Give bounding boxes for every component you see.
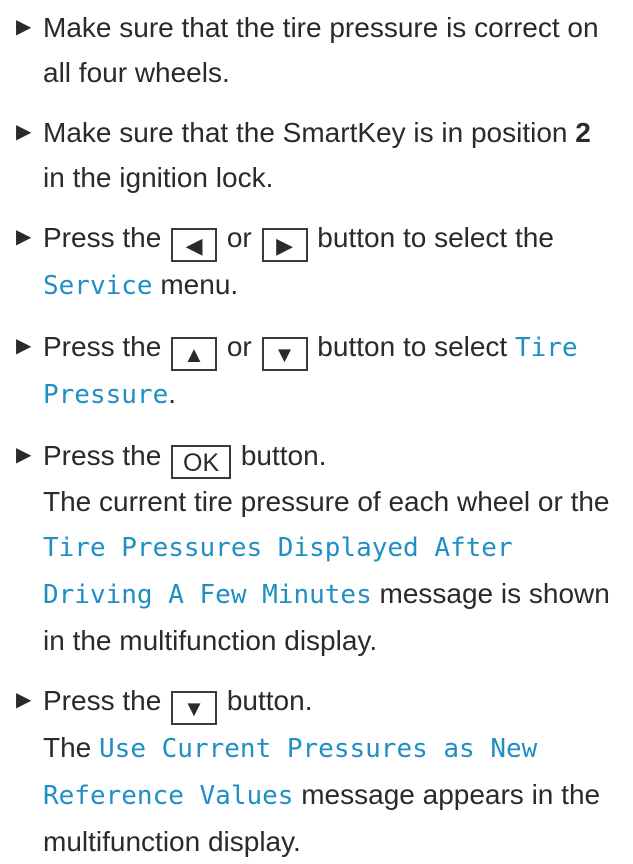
right-arrow-key-icon: ▶ <box>261 228 308 262</box>
step-1: ▶ Make sure that the tire pressure is co… <box>16 5 610 95</box>
step-6: ▶ Press the ▼ button. The Use Current Pr… <box>16 678 610 864</box>
bullet-arrow-icon: ▶ <box>16 16 32 38</box>
result-text: The <box>43 732 100 763</box>
bullet-arrow-icon: ▶ <box>16 226 32 248</box>
step-text: menu. <box>152 269 239 300</box>
step-2: ▶ Make sure that the SmartKey is in posi… <box>16 110 610 200</box>
step-3: ▶ Press the ◀ or ▶ button to select the … <box>16 215 610 309</box>
down-arrow-key-icon: ▼ <box>171 691 218 725</box>
step-text: button to select <box>309 331 515 362</box>
bullet-arrow-icon: ▶ <box>16 121 32 143</box>
left-arrow-key-icon: ◀ <box>171 228 218 262</box>
step-text: . <box>168 378 177 409</box>
step-5: ▶ Press the OK button. The current tire … <box>16 433 610 663</box>
step-text: in the ignition lock. <box>43 162 274 193</box>
instruction-page: ▶ Make sure that the tire pressure is co… <box>0 0 610 864</box>
step-text: Press the <box>43 222 170 253</box>
step-text: button to select the <box>309 222 554 253</box>
down-arrow-key-icon: ▼ <box>261 337 308 371</box>
step-text: or <box>219 222 260 253</box>
bullet-arrow-icon: ▶ <box>16 335 32 357</box>
position-number: 2 <box>575 117 591 148</box>
up-arrow-key-icon: ▲ <box>171 337 218 371</box>
step-text: or <box>219 331 260 362</box>
bullet-arrow-icon: ▶ <box>16 689 32 711</box>
bullet-arrow-icon: ▶ <box>16 444 32 466</box>
result-text: The current tire pressure of each wheel … <box>43 486 610 517</box>
step-text: Make sure that the tire pressure is corr… <box>43 12 599 88</box>
menu-name: Service <box>43 271 153 301</box>
step-text: button. <box>233 440 327 471</box>
ok-key-icon: OK <box>171 445 232 479</box>
step-text: Press the <box>43 331 170 362</box>
step-text: Press the <box>43 440 170 471</box>
step-text: Make sure that the SmartKey is in positi… <box>43 117 576 148</box>
step-4: ▶ Press the ▲ or ▼ button to select Tire… <box>16 324 610 418</box>
step-text: Press the <box>43 685 170 716</box>
step-text: button. <box>219 685 313 716</box>
